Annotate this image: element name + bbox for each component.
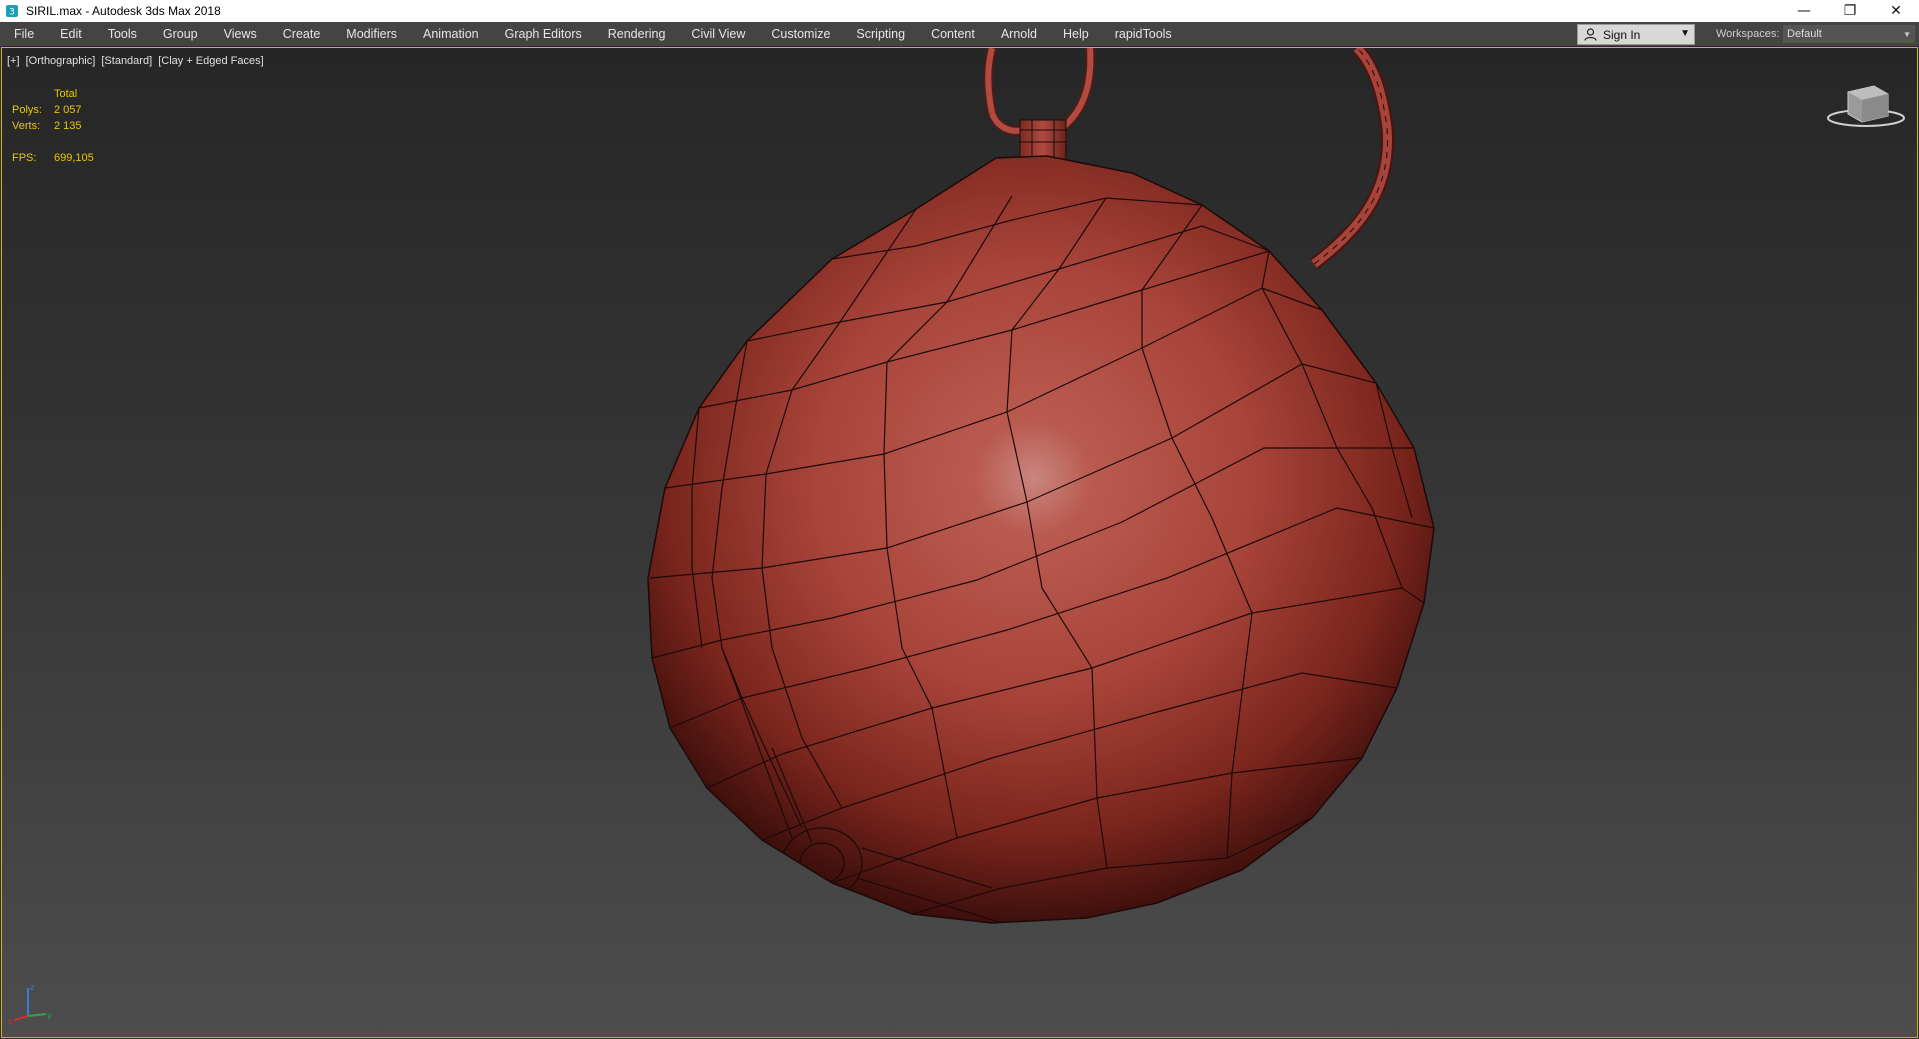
axis-tripod-icon: z x y	[6, 978, 56, 1028]
sign-in-label: Sign In	[1603, 27, 1641, 42]
menu-rendering[interactable]: Rendering	[595, 22, 679, 46]
window-title: SIRIL.max - Autodesk 3ds Max 2018	[26, 4, 221, 18]
svg-text:x: x	[8, 1017, 13, 1026]
menu-scripting[interactable]: Scripting	[843, 22, 918, 46]
workspace-dropdown[interactable]: Default ▼	[1783, 25, 1915, 43]
chevron-down-icon[interactable]: ▼	[1680, 28, 1690, 39]
menu-help[interactable]: Help	[1050, 22, 1102, 46]
workspaces-label: Workspaces:	[1716, 28, 1780, 40]
close-button[interactable]: ✕	[1873, 0, 1919, 22]
menu-views[interactable]: Views	[211, 22, 270, 46]
svg-text:y: y	[47, 1011, 52, 1020]
app-window: 3 SIRIL.max - Autodesk 3ds Max 2018 — ❐ …	[0, 0, 1919, 1039]
menu-group[interactable]: Group	[150, 22, 211, 46]
chevron-down-icon: ▼	[1903, 29, 1911, 39]
menu-modifiers[interactable]: Modifiers	[333, 22, 410, 46]
menu-arnold[interactable]: Arnold	[988, 22, 1050, 46]
svg-text:3: 3	[9, 8, 15, 18]
minimize-button[interactable]: —	[1781, 0, 1827, 22]
perspective-viewport[interactable]: [+] [Orthographic] [Standard] [Clay + Ed…	[1, 47, 1918, 1038]
menu-bar: File Edit Tools Group Views Create Modif…	[0, 22, 1919, 47]
menu-civil-view[interactable]: Civil View	[678, 22, 758, 46]
menu-edit[interactable]: Edit	[47, 22, 95, 46]
menu-file[interactable]: File	[0, 22, 47, 46]
menu-rapidtools[interactable]: rapidTools	[1102, 22, 1185, 46]
menu-tools[interactable]: Tools	[95, 22, 150, 46]
svg-text:z: z	[30, 983, 34, 992]
workspace-value: Default	[1787, 28, 1822, 40]
app-icon[interactable]: 3	[4, 3, 20, 19]
menu-animation[interactable]: Animation	[410, 22, 492, 46]
title-bar: 3 SIRIL.max - Autodesk 3ds Max 2018 — ❐ …	[0, 0, 1919, 22]
user-icon	[1584, 28, 1597, 41]
viewcube-icon[interactable]	[1826, 80, 1906, 130]
menu-create[interactable]: Create	[270, 22, 334, 46]
menu-customize[interactable]: Customize	[758, 22, 843, 46]
menu-content[interactable]: Content	[918, 22, 988, 46]
ornament-mesh[interactable]	[2, 48, 1918, 1038]
restore-button[interactable]: ❐	[1827, 0, 1873, 22]
sign-in-button[interactable]: Sign In ▼	[1577, 24, 1695, 45]
menu-graph-editors[interactable]: Graph Editors	[492, 22, 595, 46]
